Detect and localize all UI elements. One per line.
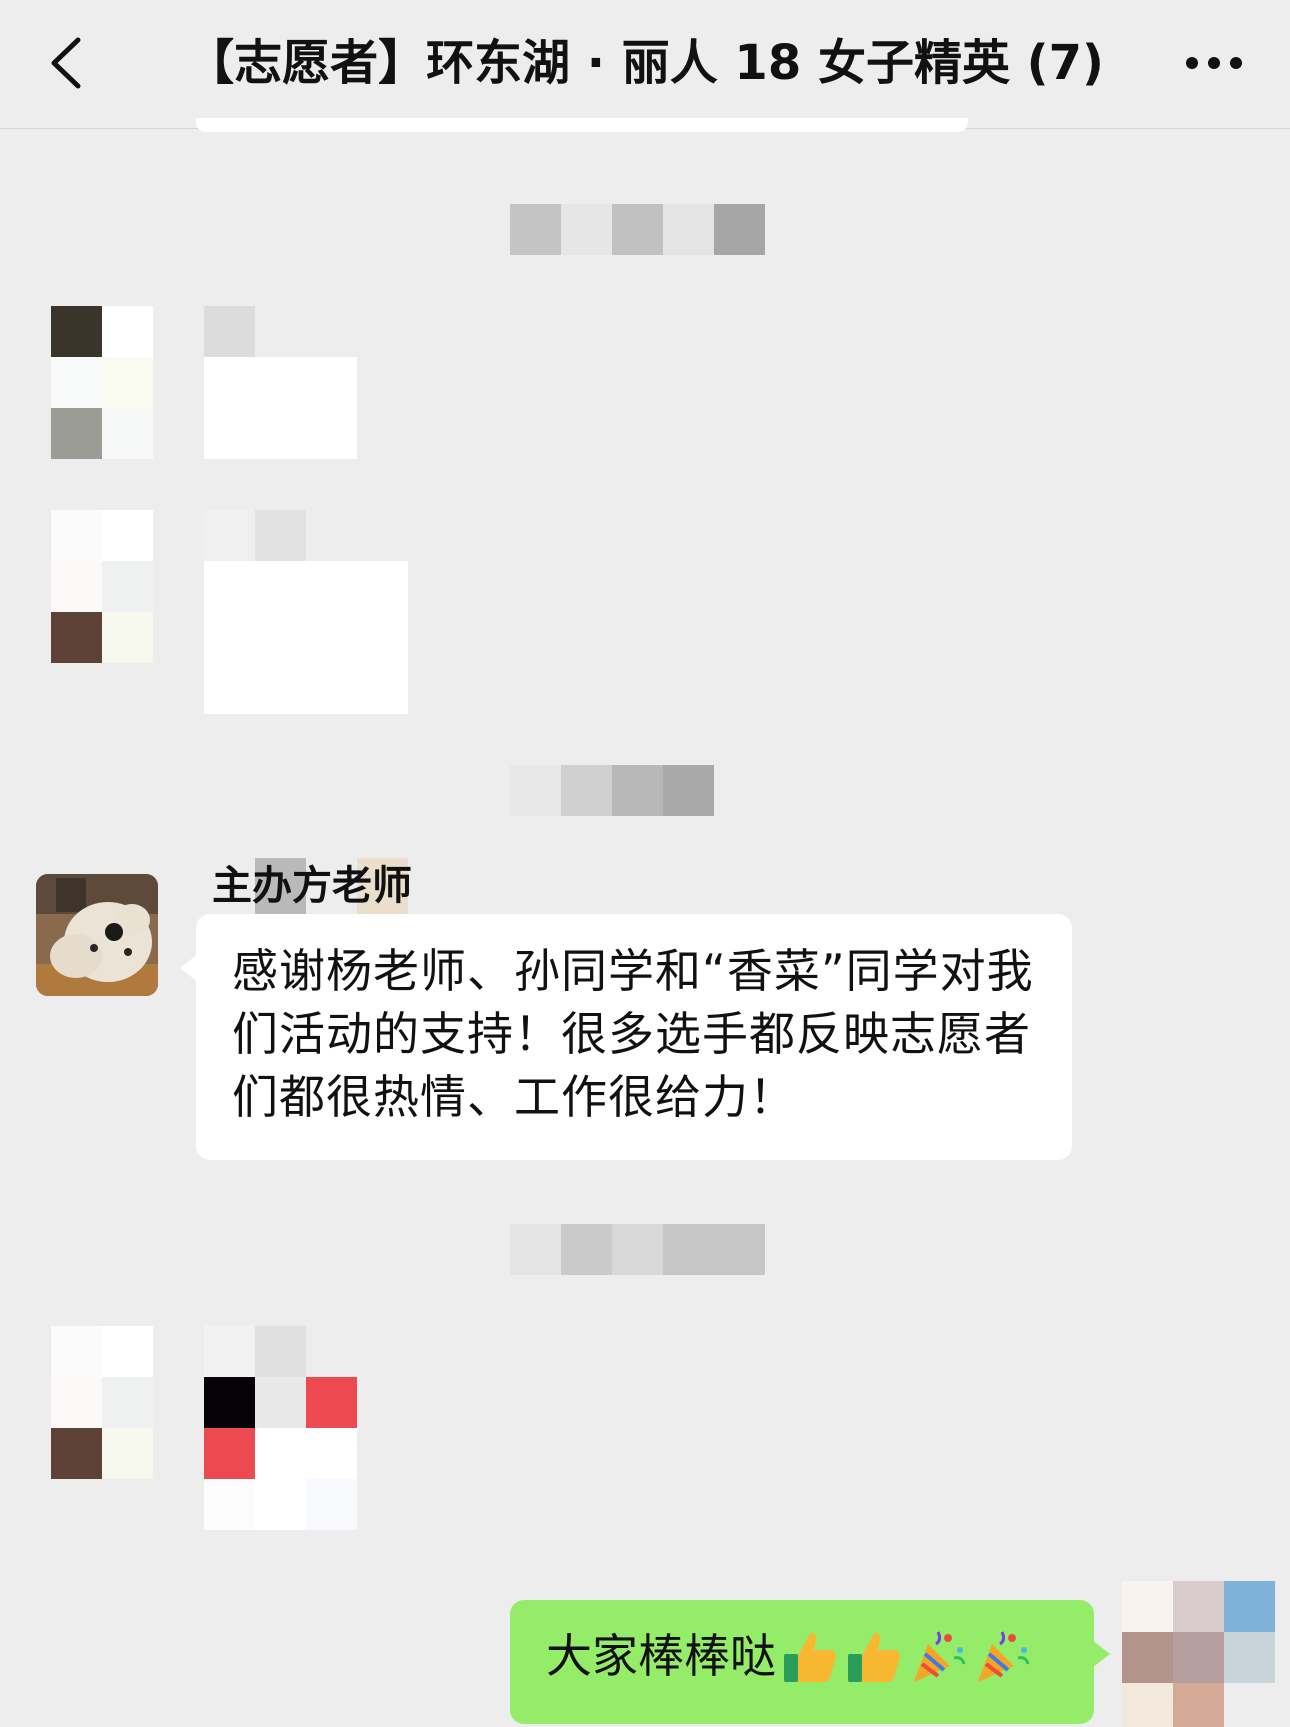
- party-popper-icon: [972, 1626, 1032, 1686]
- thumbs-up-icon: [844, 1626, 904, 1686]
- timestamp-redacted: [510, 204, 766, 255]
- dog-avatar-icon[interactable]: [36, 874, 158, 996]
- sender-name-redacted: [204, 306, 255, 357]
- sender-name-redacted: [255, 1326, 306, 1377]
- avatar[interactable]: [51, 510, 153, 663]
- sender-name-redacted: [204, 510, 255, 561]
- sender-name-redacted: [255, 510, 306, 561]
- message-bubble-redacted[interactable]: [204, 357, 357, 459]
- message-text: 大家棒棒哒: [546, 1629, 776, 1683]
- message-text: 感谢杨老师、孙同学和“香菜”同学对我们活动的支持！很多选手都反映志愿者们都很热情…: [232, 944, 1034, 1124]
- timestamp-redacted: [510, 1224, 766, 1275]
- sender-name: 主办方老师: [212, 863, 412, 909]
- more-dots-icon: [1186, 57, 1242, 69]
- more-options-button[interactable]: [1174, 38, 1254, 88]
- chat-title: 【志愿者】环东湖 · 丽人 18 女子精英 (7): [186, 35, 1104, 91]
- previous-message-bubble: [196, 118, 968, 132]
- message-bubble-redacted[interactable]: [204, 561, 408, 714]
- my-avatar[interactable]: [1122, 1581, 1275, 1727]
- avatar[interactable]: [51, 306, 153, 459]
- message-bubble-redacted[interactable]: [204, 1377, 357, 1530]
- avatar[interactable]: [51, 1326, 153, 1479]
- timestamp-redacted: [510, 765, 714, 816]
- my-message-bubble[interactable]: 大家棒棒哒: [510, 1600, 1110, 1724]
- chevron-left-icon: [51, 37, 81, 89]
- back-button[interactable]: [40, 30, 100, 96]
- message-bubble[interactable]: 感谢杨老师、孙同学和“香菜”同学对我们活动的支持！很多选手都反映志愿者们都很热情…: [180, 914, 1072, 1160]
- party-popper-icon: [908, 1626, 968, 1686]
- thumbs-up-icon: [780, 1626, 840, 1686]
- sender-name-redacted: [204, 1326, 255, 1377]
- chat-header: 【志愿者】环东湖 · 丽人 18 女子精英 (7): [0, 0, 1290, 129]
